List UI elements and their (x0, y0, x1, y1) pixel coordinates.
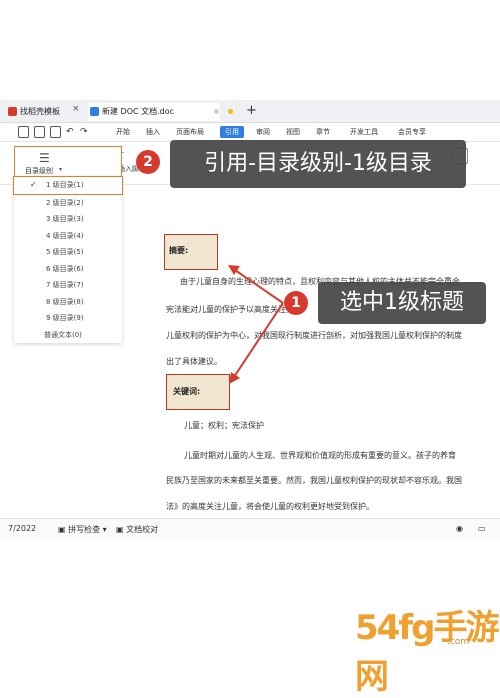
arrow-line-to-abstract (231, 267, 284, 304)
step-badge-2: 2 (136, 150, 160, 174)
annotation-text: 引用-目录级别-1级目录 (204, 151, 432, 176)
arrow-head-icon (228, 265, 240, 275)
site-watermark: 54fg手游网 .com (355, 600, 500, 698)
arrow-head-icon (229, 372, 240, 384)
watermark-text: 54fg手游网 (355, 608, 499, 697)
watermark-sub: .com (447, 637, 470, 647)
annotation-step-1: 选中1级标题 (318, 282, 486, 324)
step-badge-1: 1 (284, 291, 308, 315)
annotation-text: 选中1级标题 (340, 290, 464, 315)
annotation-step-2: 引用-目录级别-1级目录 (170, 140, 466, 188)
annotation-arrows (228, 265, 284, 384)
arrow-line-to-keywords (231, 302, 284, 381)
